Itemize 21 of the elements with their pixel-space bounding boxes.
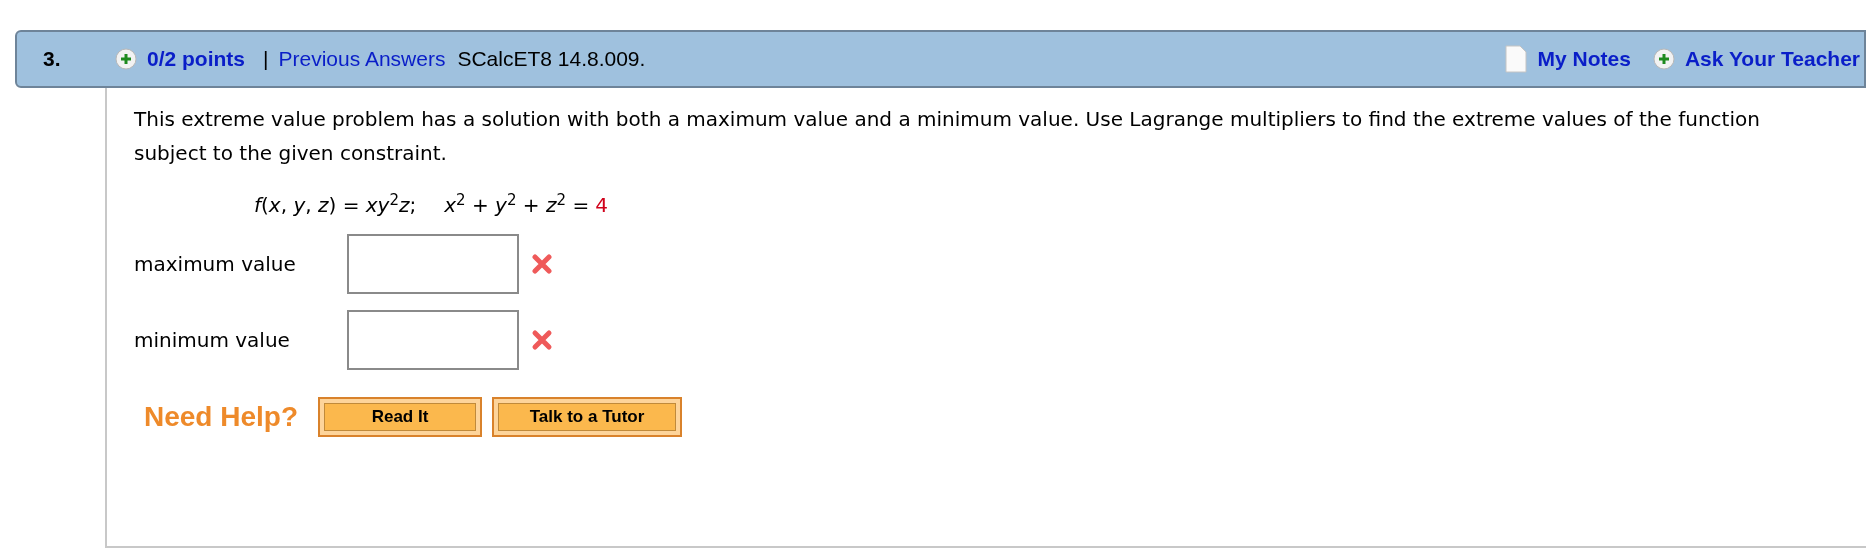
- question-number: 3.: [43, 46, 62, 73]
- source-label: SCalcET8 14.8.009.: [457, 46, 646, 73]
- separator: |: [263, 46, 269, 73]
- answer-label: maximum value: [134, 251, 297, 278]
- constraint-value: 4: [595, 192, 608, 219]
- answer-label: minimum value: [134, 327, 291, 354]
- ask-teacher-link[interactable]: Ask Your Teacher: [1684, 43, 1860, 75]
- constraint-formula: x$^{2}$ + y$^{2}$ + z$^{2}$ =: [444, 190, 590, 219]
- question-text: This extreme value problem has a solution with both a maximum value and a minimum value. Use Lagrange multipliers to find the extreme values of the function subject to the given constraint.: [134, 106, 1761, 167]
- help-button[interactable]: Read It: [318, 397, 483, 437]
- answer-field[interactable]: [347, 310, 519, 370]
- plus-icon: [115, 48, 137, 70]
- answer-field[interactable]: [347, 234, 519, 294]
- plus-icon: [1652, 48, 1675, 70]
- my-notes-link[interactable]: My Notes: [1537, 43, 1631, 75]
- previous-answers-link[interactable]: Previous Answers: [278, 43, 446, 75]
- note-icon: [1503, 45, 1528, 73]
- help-button[interactable]: Talk to a Tutor: [492, 397, 683, 437]
- function-formula: f(x, y, z) = xy$^{2}$z;: [254, 190, 417, 219]
- points-link[interactable]: 0/2 points: [147, 43, 246, 75]
- need-help-label: Need Help?: [144, 400, 299, 434]
